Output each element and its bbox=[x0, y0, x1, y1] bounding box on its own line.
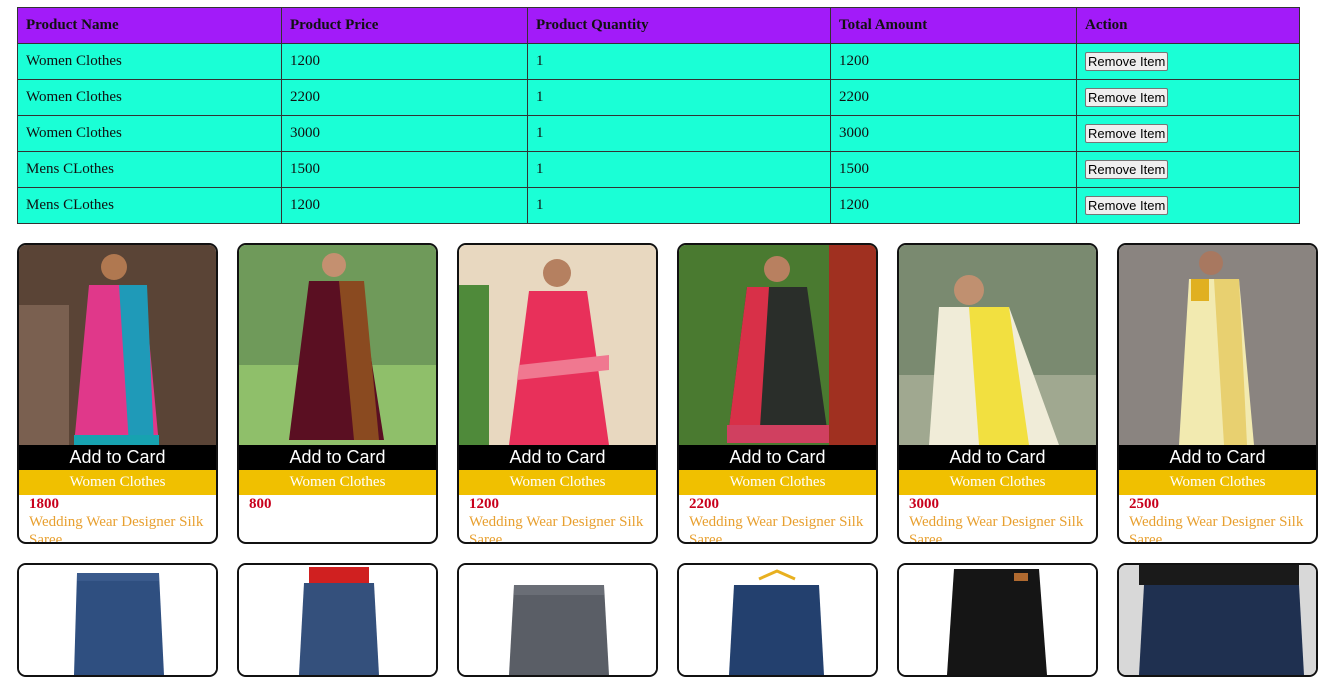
product-title: Wedding Wear Designer Silk bbox=[689, 514, 864, 530]
cell-product-price: 3000 bbox=[281, 115, 528, 152]
table-row: Women Clothes 2200 1 2200 Remove Item bbox=[17, 79, 1300, 116]
cell-total-amount: 1200 bbox=[830, 43, 1077, 80]
product-card: Add to Card Women Clothes 3000 Wedding W… bbox=[897, 243, 1098, 544]
cell-total-amount: 1500 bbox=[830, 151, 1077, 188]
product-card: Add to Card Women Clothes 1200 Wedding W… bbox=[457, 243, 658, 544]
remove-item-button[interactable]: Remove Item bbox=[1085, 196, 1169, 215]
product-price: 1200 bbox=[469, 496, 499, 512]
product-category: Women Clothes bbox=[239, 470, 436, 495]
header-action: Action bbox=[1076, 7, 1300, 44]
product-title-more: Saree bbox=[1129, 532, 1163, 544]
product-price: 800 bbox=[249, 496, 272, 512]
cell-product-price: 1500 bbox=[281, 151, 528, 188]
product-title: Wedding Wear Designer Silk bbox=[1129, 514, 1304, 530]
cell-product-name: Women Clothes bbox=[17, 43, 282, 80]
product-image-jeans-hanger bbox=[679, 565, 876, 675]
table-row: Mens CLothes 1200 1 1200 Remove Item bbox=[17, 187, 1300, 224]
product-card bbox=[17, 563, 218, 677]
product-price: 2200 bbox=[689, 496, 719, 512]
add-to-card-button[interactable]: Add to Card bbox=[459, 445, 656, 470]
product-image-jeans-kid-model bbox=[239, 565, 436, 675]
product-card bbox=[1117, 563, 1318, 677]
cell-product-name: Mens CLothes bbox=[17, 151, 282, 188]
cell-product-price: 1200 bbox=[281, 187, 528, 224]
table-header-row: Product Name Product Price Product Quant… bbox=[17, 7, 1300, 44]
product-category: Women Clothes bbox=[19, 470, 216, 495]
cell-product-quantity: 1 bbox=[527, 43, 831, 80]
product-category: Women Clothes bbox=[679, 470, 876, 495]
remove-item-button[interactable]: Remove Item bbox=[1085, 160, 1169, 179]
remove-item-button[interactable]: Remove Item bbox=[1085, 88, 1169, 107]
product-category: Women Clothes bbox=[1119, 470, 1316, 495]
product-price: 1800 bbox=[29, 496, 59, 512]
cell-action: Remove Item bbox=[1076, 79, 1300, 116]
product-title-more: Saree bbox=[29, 532, 63, 544]
product-title-more: Saree bbox=[689, 532, 723, 544]
remove-item-button[interactable]: Remove Item bbox=[1085, 52, 1169, 71]
product-image-jeans-grey bbox=[459, 565, 656, 675]
cell-action: Remove Item bbox=[1076, 187, 1300, 224]
add-to-card-button[interactable]: Add to Card bbox=[19, 445, 216, 470]
header-product-name: Product Name bbox=[17, 7, 282, 44]
product-image-saree-pink-blue bbox=[19, 245, 216, 445]
header-product-price: Product Price bbox=[281, 7, 528, 44]
product-card: Add to Card Women Clothes 2500 Wedding W… bbox=[1117, 243, 1318, 544]
table-row: Women Clothes 3000 1 3000 Remove Item bbox=[17, 115, 1300, 152]
add-to-card-button[interactable]: Add to Card bbox=[239, 445, 436, 470]
cell-product-name: Women Clothes bbox=[17, 79, 282, 116]
cell-action: Remove Item bbox=[1076, 151, 1300, 188]
product-image-jeans-blue bbox=[19, 565, 216, 675]
cell-total-amount: 1200 bbox=[830, 187, 1077, 224]
cell-product-quantity: 1 bbox=[527, 115, 831, 152]
product-category: Women Clothes bbox=[459, 470, 656, 495]
product-image-saree-black-red bbox=[679, 245, 876, 445]
cell-product-price: 2200 bbox=[281, 79, 528, 116]
product-price: 2500 bbox=[1129, 496, 1159, 512]
cart-table: Product Name Product Price Product Quant… bbox=[17, 7, 1300, 224]
product-card: Add to Card Women Clothes 2200 Wedding W… bbox=[677, 243, 878, 544]
header-total-amount: Total Amount bbox=[830, 7, 1077, 44]
product-card: Add to Card Women Clothes 800 bbox=[237, 243, 438, 544]
cell-action: Remove Item bbox=[1076, 43, 1300, 80]
add-to-card-button[interactable]: Add to Card bbox=[1119, 445, 1316, 470]
cell-product-name: Women Clothes bbox=[17, 115, 282, 152]
cell-total-amount: 3000 bbox=[830, 115, 1077, 152]
product-title-more: Saree bbox=[909, 532, 943, 544]
product-image-saree-cream bbox=[1119, 245, 1316, 445]
cell-total-amount: 2200 bbox=[830, 79, 1077, 116]
product-card bbox=[457, 563, 658, 677]
cell-action: Remove Item bbox=[1076, 115, 1300, 152]
add-to-card-button[interactable]: Add to Card bbox=[899, 445, 1096, 470]
cell-product-quantity: 1 bbox=[527, 151, 831, 188]
remove-item-button[interactable]: Remove Item bbox=[1085, 124, 1169, 143]
cell-product-quantity: 1 bbox=[527, 187, 831, 224]
product-card bbox=[237, 563, 438, 677]
product-card: Add to Card Women Clothes 1800 Wedding W… bbox=[17, 243, 218, 544]
product-title: Wedding Wear Designer Silk bbox=[909, 514, 1084, 530]
cell-product-price: 1200 bbox=[281, 43, 528, 80]
product-title-more: Saree bbox=[469, 532, 503, 544]
cell-product-name: Mens CLothes bbox=[17, 187, 282, 224]
product-image-jeans-black bbox=[899, 565, 1096, 675]
product-price: 3000 bbox=[909, 496, 939, 512]
product-title: Wedding Wear Designer Silk bbox=[469, 514, 644, 530]
table-row: Women Clothes 1200 1 1200 Remove Item bbox=[17, 43, 1300, 80]
cell-product-quantity: 1 bbox=[527, 79, 831, 116]
product-card bbox=[677, 563, 878, 677]
header-product-quantity: Product Quantity bbox=[527, 7, 831, 44]
product-card bbox=[897, 563, 1098, 677]
add-to-card-button[interactable]: Add to Card bbox=[679, 445, 876, 470]
product-image-saree-red-pink bbox=[459, 245, 656, 445]
product-title: Wedding Wear Designer Silk bbox=[29, 514, 204, 530]
product-image-saree-yellow-white bbox=[899, 245, 1096, 445]
product-image-saree-maroon bbox=[239, 245, 436, 445]
product-category: Women Clothes bbox=[899, 470, 1096, 495]
product-image-jeans-model-dark bbox=[1119, 565, 1316, 675]
table-row: Mens CLothes 1500 1 1500 Remove Item bbox=[17, 151, 1300, 188]
